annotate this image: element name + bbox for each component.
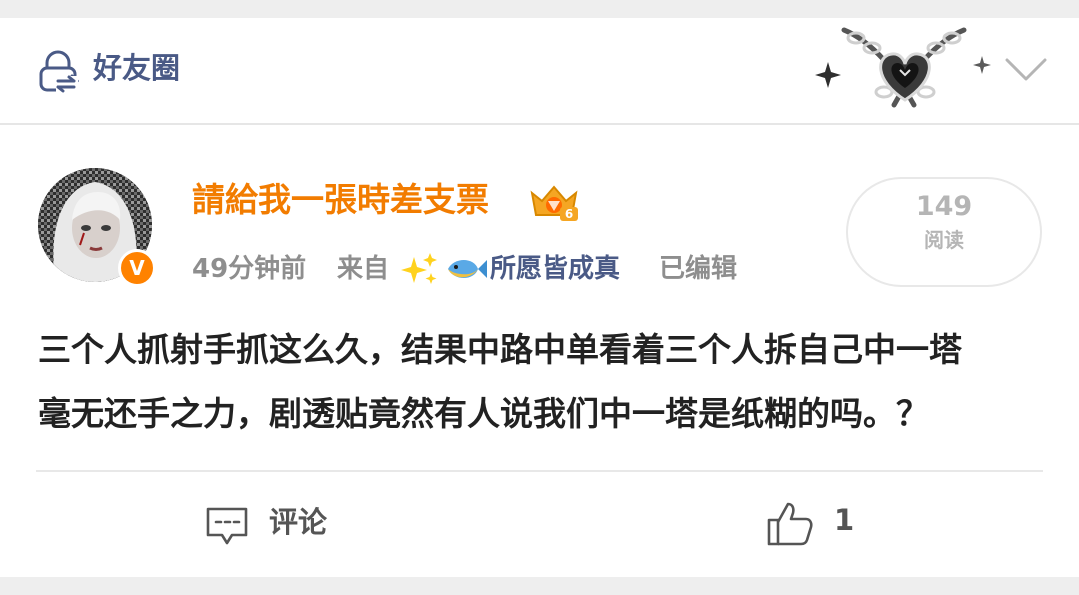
post-time: 49分钟前 xyxy=(192,254,307,284)
post-card: 好友圈 V 請給我一張時差支票 6 49分钟前 来自 所愿皆成真 已编辑 149… xyxy=(0,18,1079,577)
post-header-bar: 好友圈 xyxy=(0,18,1079,125)
divider xyxy=(36,470,1043,472)
circle-label[interactable]: 好友圈 xyxy=(93,48,180,88)
svg-text:6: 6 xyxy=(565,207,573,221)
comment-icon xyxy=(206,507,248,545)
source-link[interactable]: 所愿皆成真 xyxy=(490,249,620,289)
fish-icon xyxy=(448,260,487,278)
crown-vip-badge-icon[interactable]: 6 xyxy=(526,181,582,223)
source-prefix: 来自 xyxy=(337,254,390,284)
edited-label[interactable]: 已编辑 xyxy=(659,249,737,289)
heart-chain-decoration-icon xyxy=(815,27,991,108)
like-count: 1 xyxy=(834,503,855,537)
lock-people-icon[interactable] xyxy=(38,50,82,94)
views-counter[interactable]: 149 阅读 xyxy=(846,177,1042,287)
username[interactable]: 請給我一張時差支票 xyxy=(192,178,489,222)
post-body-line: 毫无还手之力，剧透贴竟然有人说我们中一塔是纸糊的吗。？ xyxy=(38,394,929,433)
post-body-line: 三个人抓射手抓这么久，结果中路中单看着三个人拆自己中一塔 xyxy=(38,330,962,369)
views-count: 149 xyxy=(915,191,973,222)
post-body: 三个人抓射手抓这么久，结果中路中单看着三个人拆自己中一塔 毫无还手之力，剧透贴竟… xyxy=(38,318,1048,446)
views-label: 阅读 xyxy=(924,228,964,252)
thumbs-up-icon xyxy=(767,502,813,546)
verified-badge: V xyxy=(118,249,156,287)
comment-label: 评论 xyxy=(269,505,328,539)
chevron-down-icon[interactable] xyxy=(1004,54,1048,84)
sparkle-icon xyxy=(401,253,437,284)
